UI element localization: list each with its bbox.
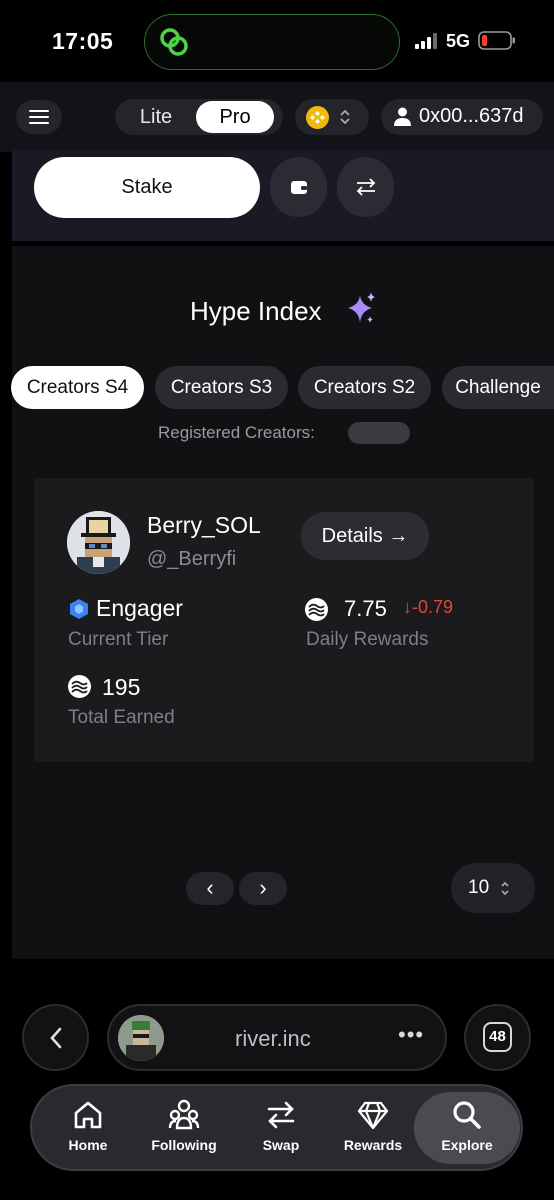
wallet-address: 0x00...637d [419,105,524,127]
battery-icon [478,31,515,50]
sparkle-icon [348,292,375,323]
registered-creators-label: Registered Creators: [158,423,315,442]
mode-lite-option[interactable]: Lite [116,99,196,135]
total-earned-value: 195 [102,674,141,700]
daily-rewards-change: ↓-0.79 [403,597,454,617]
tab-creators-s3[interactable]: Creators S3 [155,366,288,409]
home-icon [74,1101,102,1129]
tab-following[interactable]: Following [143,1092,225,1164]
total-earned-label: Total Earned [68,707,175,728]
tier-badge-icon [70,599,88,619]
creator-name: Berry_SOL [147,512,261,538]
tab-home[interactable]: Home [55,1092,121,1164]
mode-pro-option[interactable]: Pro [196,101,274,133]
diamond-icon [357,1101,389,1130]
creator-handle: @_Berryfi [147,548,237,570]
browser-back-button[interactable] [22,1004,89,1071]
tab-creators-s2[interactable]: Creators S2 [298,366,431,409]
tier-value: Engager [96,595,183,621]
user-icon [394,107,411,126]
tab-explore-label: Explore [441,1137,493,1153]
earned-token-icon [68,675,91,698]
tab-swap-label: Swap [262,1137,300,1153]
tier-label: Current Tier [68,629,169,650]
per-page-value: 10 [468,877,490,898]
details-button[interactable]: Details → [301,512,429,560]
chevron-left-icon [49,1027,61,1048]
people-icon [168,1099,200,1130]
stake-button[interactable]: Stake [34,157,260,218]
dynamic-island [144,14,400,70]
url-text: river.inc [235,1026,311,1051]
tab-creators-s4[interactable]: Creators S4 [11,366,144,409]
link-icon [160,28,188,56]
site-avatar [118,1015,164,1061]
wallet-action-button[interactable] [270,157,327,217]
tabs-count: 48 [483,1022,512,1052]
tab-home-label: Home [68,1137,108,1153]
tab-rewards-label: Rewards [343,1137,403,1153]
daily-rewards-value: 7.75 [344,596,387,621]
tab-explore[interactable]: Explore [414,1092,520,1164]
next-page-button[interactable]: › [239,872,287,905]
status-time: 17:05 [52,28,114,54]
tab-swap[interactable]: Swap [254,1092,308,1164]
tab-challenge[interactable]: Challenge [442,366,554,409]
signal-icon [415,33,437,49]
per-page-select[interactable] [451,863,535,913]
daily-rewards-label: Daily Rewards [306,629,429,650]
bnb-coin-icon [306,106,329,129]
arrows-swap-icon [356,178,375,196]
menu-button[interactable] [16,100,62,134]
chevron-updown-icon [501,881,509,896]
prev-page-button[interactable]: ‹ [186,872,234,905]
reward-token-icon [305,598,328,621]
chevron-updown-icon [340,109,350,125]
tab-rewards[interactable]: Rewards [337,1092,409,1164]
wallet-icon [290,181,307,194]
creator-avatar [67,511,130,574]
hype-index-title: Hype Index [190,296,322,326]
hamburger-icon [29,110,49,124]
network-type: 5G [446,31,471,51]
tab-following-label: Following [151,1137,217,1153]
more-options-icon[interactable]: ••• [398,1022,424,1048]
search-icon [453,1101,481,1129]
registered-creators-count-redacted [348,422,410,444]
swap-icon [267,1101,295,1129]
transfer-action-button[interactable] [337,157,394,217]
